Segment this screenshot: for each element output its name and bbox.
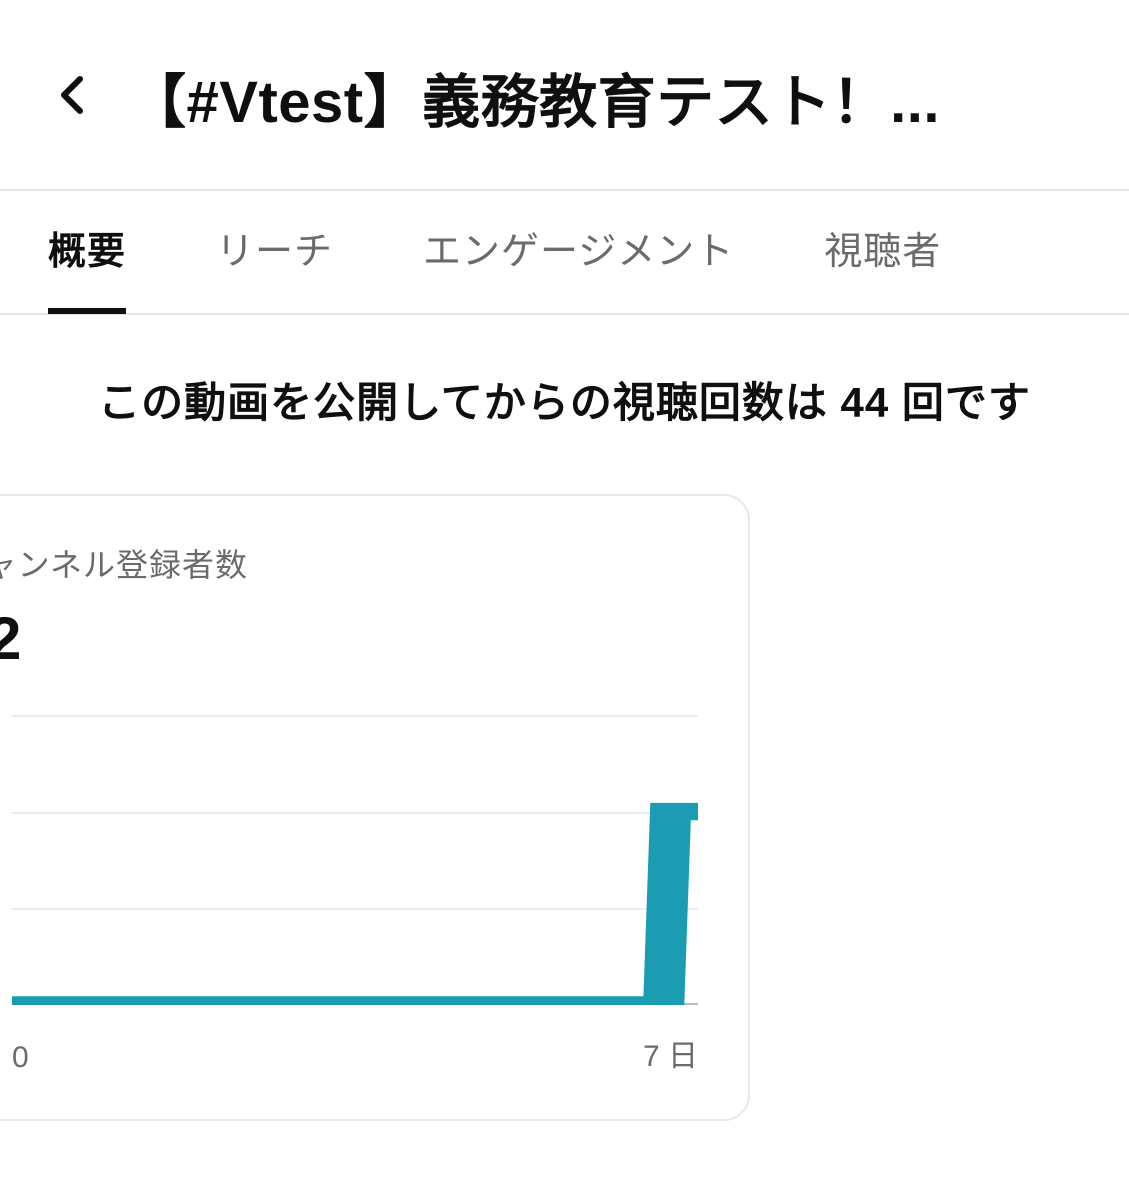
tab-reach[interactable]: リーチ (216, 190, 333, 314)
card-label: チャンネル登録者数 (0, 540, 698, 586)
tabs: 概要 リーチ エンゲージメント 視聴者 (0, 191, 1129, 315)
tab-overview[interactable]: 概要 (48, 190, 126, 314)
chart-plot (12, 715, 698, 1005)
x-tick-start: 0 (12, 1041, 29, 1075)
cards-row[interactable]: 3 2 1 0 日 チャンネル登録者数 +2 (0, 464, 1129, 1121)
tab-audience[interactable]: 視聴者 (824, 190, 941, 314)
chart-series (12, 715, 698, 1005)
x-tick-end: 7 日 (643, 1031, 698, 1075)
chart-subscribers: 3 2 1 0 0 7 日 (0, 715, 698, 1075)
tab-engagement[interactable]: エンゲージメント (423, 190, 734, 314)
card-value: +2 (0, 604, 698, 673)
y-axis: 3 2 1 0 (0, 715, 2, 1075)
x-axis: 0 7 日 (12, 1020, 698, 1075)
header: 【#Vtest】義務教育テスト！... (0, 0, 1129, 189)
page-title: 【#Vtest】義務教育テスト！... (128, 55, 1099, 139)
card-subscribers[interactable]: チャンネル登録者数 +2 3 2 1 0 0 7 日 (0, 494, 750, 1121)
back-icon[interactable] (50, 71, 98, 124)
summary-text: この動画を公開してからの視聴回数は 44 回です (0, 315, 1129, 464)
